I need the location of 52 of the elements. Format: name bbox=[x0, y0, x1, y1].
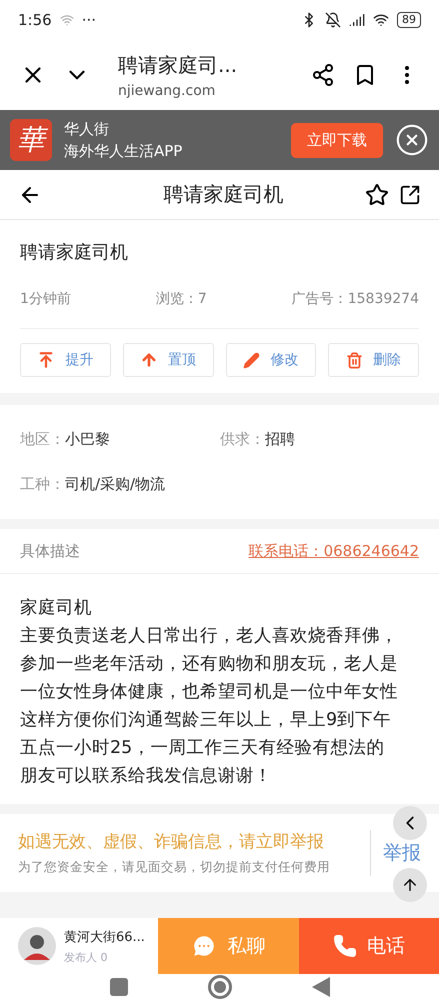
chat-button[interactable]: 私聊 bbox=[158, 918, 298, 974]
home-icon[interactable] bbox=[208, 975, 232, 999]
recents-icon[interactable] bbox=[110, 978, 128, 996]
signal-icon bbox=[349, 12, 365, 28]
status-time: 1:56 bbox=[18, 11, 52, 29]
trash-icon bbox=[346, 352, 364, 368]
wifi-icon bbox=[60, 13, 74, 27]
info-label: 工种： bbox=[20, 475, 65, 494]
action-button[interactable]: 修改 bbox=[226, 343, 316, 377]
info-label: 地区： bbox=[20, 430, 65, 449]
info-value: 招聘 bbox=[265, 430, 295, 449]
page-url: njiewang.com bbox=[118, 82, 216, 98]
safety-tip: 为了您资金安全，请见面交易，切勿提前支付任何费用 bbox=[18, 859, 331, 876]
phone-link[interactable]: 联系电话：0686246642 bbox=[248, 542, 419, 560]
poster-role: 发布人 0 bbox=[64, 950, 108, 964]
post-title: 聘请家庭司机 bbox=[20, 241, 129, 265]
call-button[interactable]: 电话 bbox=[298, 918, 439, 974]
share-icon[interactable] bbox=[399, 184, 421, 206]
app-name: 华人街 bbox=[64, 120, 110, 138]
info-label: 供求： bbox=[220, 430, 265, 449]
status-dots: ··· bbox=[82, 11, 96, 29]
phone-icon bbox=[332, 934, 357, 958]
view-count: 浏览：7 bbox=[156, 290, 207, 308]
action-button[interactable]: 删除 bbox=[328, 343, 419, 377]
poster-name: 黄河大街66... bbox=[64, 928, 145, 946]
star-icon[interactable] bbox=[365, 182, 389, 206]
description-text: 家庭司机 bbox=[20, 597, 93, 620]
close-icon[interactable] bbox=[395, 123, 429, 157]
section-heading: 具体描述 bbox=[20, 542, 80, 560]
bell-off-icon bbox=[325, 12, 341, 28]
action-button[interactable]: 提升 bbox=[20, 343, 111, 377]
page-title: 聘请家庭司... bbox=[118, 52, 238, 78]
battery-level: 89 bbox=[397, 12, 421, 28]
info-value: 司机/采购/物流 bbox=[65, 475, 166, 494]
scroll-top-button[interactable] bbox=[393, 868, 427, 902]
action-button[interactable]: 置顶 bbox=[122, 343, 214, 377]
share-icon[interactable] bbox=[311, 63, 335, 87]
pencil-icon bbox=[243, 352, 260, 368]
download-button[interactable]: 立即下载 bbox=[291, 122, 383, 158]
header-title: 聘请家庭司机 bbox=[162, 181, 284, 208]
avatar bbox=[18, 927, 56, 965]
info-value: 小巴黎 bbox=[65, 430, 110, 449]
description-text: 主要负责送老人日常出行，老人喜欢烧香拜佛，参加一些老年活动，还有购物和朋友玩，老人是一位女性身体健康，也希望司机是一位中年女性这样方便你们沟通驾龄三年以上，早上9到下午五点一小时25，一周工作三天有经验有想法的朋友可以联系给我发信息谢谢！ bbox=[20, 625, 399, 788]
app-tagline: 海外华人生活APP bbox=[64, 142, 184, 160]
report-link[interactable]: 举报 bbox=[371, 840, 421, 866]
app-logo: 華 bbox=[10, 119, 52, 161]
arrow-to-top-icon bbox=[37, 351, 56, 369]
post-time: 1分钟前 bbox=[20, 290, 71, 308]
back-button[interactable] bbox=[393, 806, 427, 840]
ad-number: 广告号：15839274 bbox=[292, 290, 419, 308]
wifi-icon bbox=[373, 12, 389, 28]
warning-text: 如遇无效、虚假、诈骗信息，请立即举报 bbox=[18, 831, 325, 853]
